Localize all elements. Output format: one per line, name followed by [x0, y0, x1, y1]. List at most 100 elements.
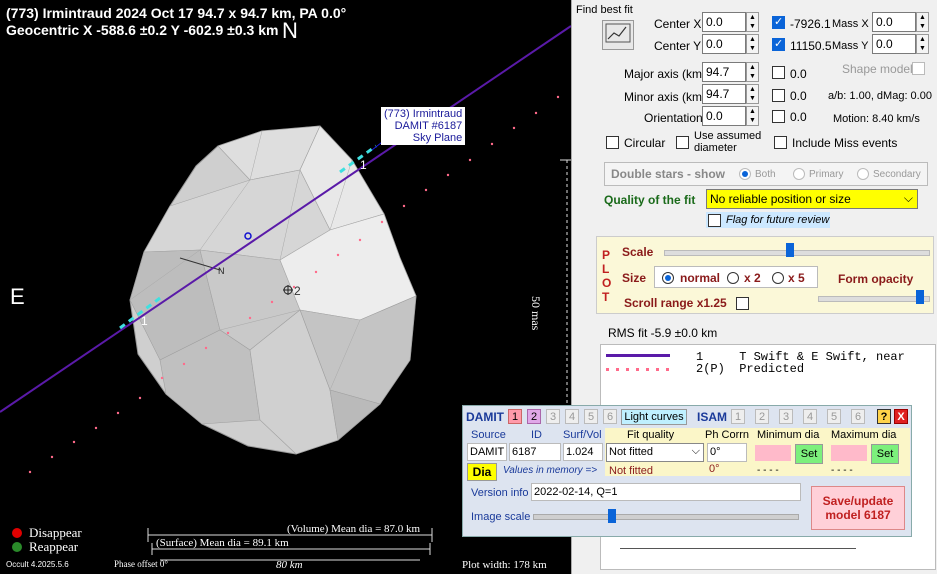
double-stars-group: Double stars - show Both Primary Seconda… [604, 162, 928, 186]
primary-radio[interactable] [793, 168, 805, 180]
surf-vol-header: Surf/Vol [563, 429, 602, 441]
minor-axis-checkbox[interactable] [772, 89, 785, 102]
minor-axis-label: Minor axis (km) [624, 90, 707, 104]
close-icon[interactable]: X [894, 409, 908, 424]
mass-y-checkbox[interactable] [772, 37, 785, 51]
scroll-range-checkbox[interactable] [736, 297, 749, 310]
damit-model-6-button[interactable]: 6 [603, 409, 617, 424]
chart-icon [605, 23, 631, 43]
flag-review-label: Flag for future review [726, 214, 830, 226]
circular-checkbox[interactable] [606, 136, 619, 149]
size-x5-radio[interactable] [772, 272, 784, 284]
center-x-spinner[interactable]: ▲ ▼ [746, 12, 759, 32]
minimum-dia-header: Minimum dia [757, 429, 820, 441]
orientation-checkbox[interactable] [772, 110, 785, 123]
double-stars-label: Double stars - show [611, 167, 726, 181]
assumed-dia-checkbox[interactable] [676, 136, 689, 149]
set-min-dia-button[interactable]: Set [795, 444, 823, 464]
isam-model-5-button[interactable]: 5 [827, 409, 841, 424]
image-scale-slider-track[interactable] [533, 514, 799, 520]
shape-model-checkbox[interactable] [912, 62, 925, 75]
plot-side-letter: T [602, 290, 610, 304]
damit-model-3-button[interactable]: 3 [546, 409, 560, 424]
mass-y-input[interactable]: 0.0 [872, 34, 916, 54]
mass-x-input[interactable]: 0.0 [872, 12, 916, 32]
minimum-dia-field[interactable] [755, 445, 791, 461]
fit-quality-header: Fit quality [627, 429, 675, 441]
help-icon[interactable]: ? [877, 409, 891, 424]
damit-model-2-button[interactable]: 2 [527, 409, 541, 424]
image-scale-slider-thumb[interactable] [608, 509, 616, 523]
light-curves-button[interactable]: Light curves [621, 409, 687, 425]
damit-model-5-button[interactable]: 5 [584, 409, 598, 424]
center-y-input[interactable]: 0.0 [702, 34, 746, 54]
save-update-model-button[interactable]: Save/update model 6187 [811, 486, 905, 530]
flag-review-checkbox[interactable] [708, 214, 721, 227]
reappear-dot [12, 542, 22, 552]
rms-fit: RMS fit -5.9 ±0.0 km [608, 326, 718, 340]
vertical-scale-label: 50 mas [529, 296, 543, 331]
center-x-input[interactable]: 0.0 [702, 12, 746, 32]
km-scale-label: 80 km [276, 559, 303, 571]
fit-quality-select[interactable]: Not fitted ⌵ [606, 443, 704, 462]
size-label: Size [622, 271, 647, 285]
values-in-memory-label: Values in memory => [503, 465, 598, 476]
quality-select[interactable]: No reliable position or size ⌵ [706, 189, 918, 209]
dia-button[interactable]: Dia [467, 463, 497, 481]
isam-model-1-button[interactable]: 1 [731, 409, 745, 424]
form-opacity-slider-track[interactable] [818, 296, 930, 302]
mass-y-spinner[interactable]: ▲ ▼ [916, 34, 929, 54]
major-axis-checkbox[interactable] [772, 66, 785, 79]
find-best-fit-button[interactable] [602, 20, 634, 50]
orientation-spinner[interactable]: ▲ ▼ [746, 106, 759, 126]
ab-info: a/b: 1.00, dMag: 0.00 [828, 90, 932, 102]
size-normal-radio[interactable] [662, 272, 674, 284]
model-label-line: Sky Plane [412, 132, 463, 144]
legend-scroll-line [620, 548, 856, 549]
min-dia-memory: - - - - [757, 465, 779, 476]
damit-model-1-button[interactable]: 1 [508, 409, 522, 424]
form-opacity-slider-thumb[interactable] [916, 290, 924, 304]
isam-title: ISAM [697, 410, 727, 424]
damit-title: DAMIT [466, 410, 504, 424]
mass-x-spinner[interactable]: ▲ ▼ [916, 12, 929, 32]
damit-panel: DAMIT 1 2 3 4 5 6 Light curves ISAM 1 2 … [462, 405, 912, 537]
mass-x-checkbox[interactable] [772, 15, 785, 29]
major-axis-spinner[interactable]: ▲ ▼ [746, 62, 759, 82]
predicted-center-label: 2 [294, 284, 301, 298]
minor-axis-spinner[interactable]: ▲ ▼ [746, 84, 759, 104]
isam-model-6-button[interactable]: 6 [851, 409, 865, 424]
maximum-dia-field[interactable] [831, 445, 867, 461]
orientation-input[interactable]: 0.0 [702, 106, 746, 126]
minor-axis-input[interactable]: 94.7 [702, 84, 746, 104]
center-y-spinner[interactable]: ▲ ▼ [746, 34, 759, 54]
maximum-dia-header: Maximum dia [831, 429, 897, 441]
major-axis-input[interactable]: 94.7 [702, 62, 746, 82]
mass-x-label: Mass X [832, 18, 869, 30]
damit-model-4-button[interactable]: 4 [565, 409, 579, 424]
size-x2-radio[interactable] [727, 272, 739, 284]
mass-x-value: -7926.1 [790, 17, 831, 31]
plot-side-letter: P [602, 248, 611, 262]
set-max-dia-button[interactable]: Set [871, 444, 899, 464]
mass-y-value: 11150.5 [790, 39, 832, 53]
axis-n-label: N [218, 266, 225, 276]
mass-y-label: Mass Y [832, 40, 869, 52]
secondary-radio[interactable] [857, 168, 869, 180]
scale-slider-thumb[interactable] [786, 243, 794, 257]
ph-corrn-field[interactable]: 0° [707, 443, 747, 462]
scale-slider-track[interactable] [664, 250, 930, 256]
isam-model-3-button[interactable]: 3 [779, 409, 793, 424]
isam-model-4-button[interactable]: 4 [803, 409, 817, 424]
include-miss-checkbox[interactable] [774, 136, 787, 149]
center-y-label: Center Y [654, 39, 702, 53]
orientation-label: Orientation [644, 111, 703, 125]
scroll-range-label: Scroll range x1.25 [624, 296, 727, 310]
fit-header: Find best fit [576, 4, 633, 16]
east-label: E [10, 284, 25, 309]
fit-quality-memory: Not fitted [609, 465, 654, 477]
both-radio[interactable] [739, 168, 751, 180]
model-label-line: DAMIT #6187 [394, 120, 463, 132]
quality-label: Quality of the fit [604, 193, 696, 207]
isam-model-2-button[interactable]: 2 [755, 409, 769, 424]
